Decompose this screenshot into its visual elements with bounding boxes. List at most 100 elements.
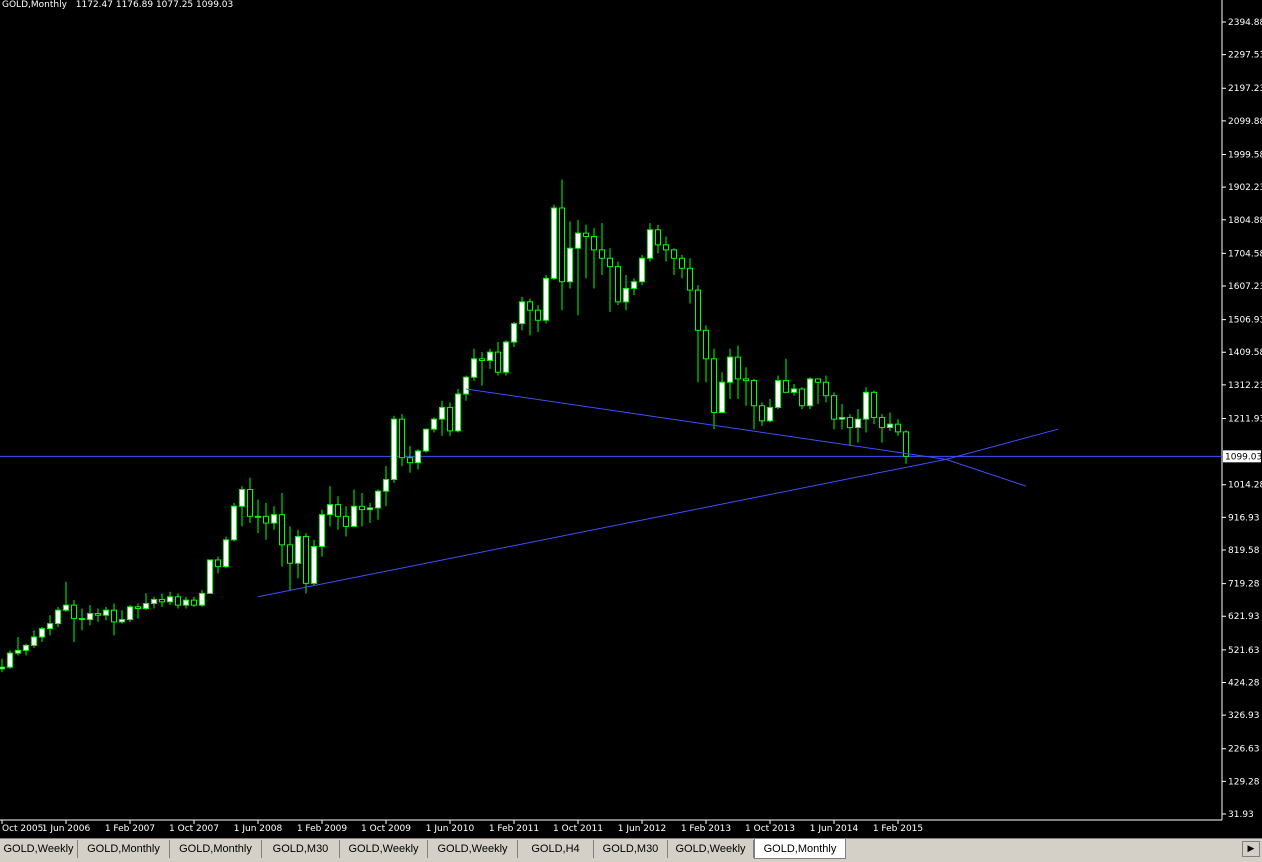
candle-body <box>895 423 901 433</box>
x-tick-label: 1 Oct 2007 <box>169 824 219 834</box>
y-tick-label: 1804.88 <box>1228 216 1262 226</box>
candle-body <box>575 232 581 249</box>
candle-body <box>127 606 133 621</box>
x-tick-label: 1 Oct 2009 <box>361 824 411 834</box>
candle-body <box>519 301 525 325</box>
candle-body <box>799 388 805 407</box>
candle-body <box>79 618 85 621</box>
candle-body <box>383 478 389 492</box>
candle-body <box>271 514 277 524</box>
candle-body <box>599 249 605 259</box>
y-tick-label: 1506.93 <box>1228 316 1262 326</box>
candle-body <box>255 515 261 518</box>
candle-body <box>143 602 149 610</box>
candle-body <box>815 378 821 383</box>
candle-body <box>263 515 269 524</box>
y-tick-label: 31.93 <box>1228 810 1254 820</box>
candle-body <box>167 596 173 603</box>
candle-body <box>591 235 597 251</box>
x-tick-label: 1 Oct 2011 <box>553 824 603 834</box>
y-tick-label: 129.28 <box>1228 777 1260 787</box>
candle-body <box>119 619 125 623</box>
candle-body <box>191 599 197 606</box>
candle-body <box>687 267 693 291</box>
candle-body <box>647 229 653 259</box>
candle-body <box>503 341 509 373</box>
x-tick-label: 1 Oct 2013 <box>745 824 795 834</box>
candle-body <box>0 666 5 670</box>
tab-gold-h4[interactable]: GOLD,H4 <box>518 840 594 858</box>
candle-body <box>903 431 909 457</box>
candle-body <box>511 323 517 343</box>
candle-body <box>831 395 837 420</box>
chart-area[interactable]: GOLD,Monthly 1172.47 1176.89 1077.25 109… <box>0 0 1262 838</box>
candle-body <box>743 378 749 382</box>
candle-body <box>399 418 405 459</box>
candle-body <box>775 380 781 408</box>
y-tick-label: 1014.28 <box>1228 481 1262 491</box>
candle-body <box>223 539 229 568</box>
y-tick-label: 326.93 <box>1228 711 1260 721</box>
y-tick-label: 916.93 <box>1228 513 1260 523</box>
candle-body <box>135 606 141 610</box>
x-tick-label: 1 Feb 2007 <box>105 824 155 834</box>
tab-gold-monthly[interactable]: GOLD,Monthly <box>170 840 262 858</box>
candle-body <box>455 393 461 432</box>
candle-body <box>423 428 429 452</box>
tab-gold-monthly[interactable]: GOLD,Monthly <box>754 839 846 859</box>
candle-body <box>695 289 701 331</box>
candle-body <box>447 406 453 432</box>
x-tick-label: 1 Jun 2010 <box>426 824 475 834</box>
candle-body <box>39 628 45 638</box>
candle-body <box>767 406 773 422</box>
tab-gold-weekly[interactable]: GOLD,Weekly <box>340 840 428 858</box>
y-tick-label: 621.93 <box>1228 612 1260 622</box>
candle-body <box>583 232 589 237</box>
candle-body <box>703 329 709 360</box>
tab-gold-m30[interactable]: GOLD,M30 <box>262 840 340 858</box>
candle-body <box>7 652 13 668</box>
x-tick-label: 1 Feb 2015 <box>873 824 923 834</box>
candle-body <box>479 358 485 361</box>
candle-body <box>47 623 53 630</box>
tab-gold-m30[interactable]: GOLD,M30 <box>594 840 668 858</box>
candle-body <box>887 423 893 429</box>
candle-body <box>735 356 741 380</box>
tab-gold-weekly[interactable]: GOLD,Weekly <box>428 840 518 858</box>
x-tick-label: Oct 2005 <box>2 824 43 834</box>
candle-body <box>375 490 381 509</box>
y-tick-label: 2297.53 <box>1228 51 1262 61</box>
candle-body <box>535 309 541 321</box>
candle-body <box>679 257 685 269</box>
candle-body <box>159 598 165 603</box>
tab-gold-monthly[interactable]: GOLD,Monthly <box>78 840 170 858</box>
candle-body <box>359 505 365 511</box>
candle-body <box>551 207 557 279</box>
candle-body <box>327 504 333 516</box>
x-tick-label: 1 Feb 2011 <box>489 824 539 834</box>
candle-body <box>239 489 245 507</box>
candle-body <box>175 596 181 606</box>
candle-body <box>759 405 765 422</box>
candle-body <box>95 613 101 616</box>
tab-gold-weekly[interactable]: GOLD,Weekly <box>0 840 78 858</box>
candle-body <box>631 281 637 289</box>
candle-body <box>879 416 885 429</box>
chart-tab-bar: GOLD,Weekly GOLD,Monthly GOLD,Monthly GOLD,… <box>0 838 1262 862</box>
tab-scroll-button[interactable]: ▶ <box>1242 841 1260 857</box>
y-tick-label: 1704.58 <box>1228 249 1262 259</box>
y-tick-label: 424.28 <box>1228 678 1260 688</box>
candle-body <box>439 406 445 420</box>
candlestick-chart[interactable]: 2394.88 2297.53 2197.23 2099.88 1999.58 1902.… <box>0 0 1262 838</box>
candle-body <box>783 380 789 393</box>
candle-body <box>663 244 669 251</box>
candle-body <box>111 609 117 623</box>
y-tick-label: 1211.93 <box>1228 414 1262 424</box>
tab-gold-weekly[interactable]: GOLD,Weekly <box>668 840 754 858</box>
candle-body <box>847 416 853 429</box>
candle-body <box>607 257 613 268</box>
candle-body <box>319 514 325 548</box>
y-tick-label: 2394.88 <box>1228 18 1262 28</box>
x-tick-label: 1 Jun 2008 <box>234 824 283 834</box>
y-tick-label: 521.63 <box>1228 646 1260 656</box>
